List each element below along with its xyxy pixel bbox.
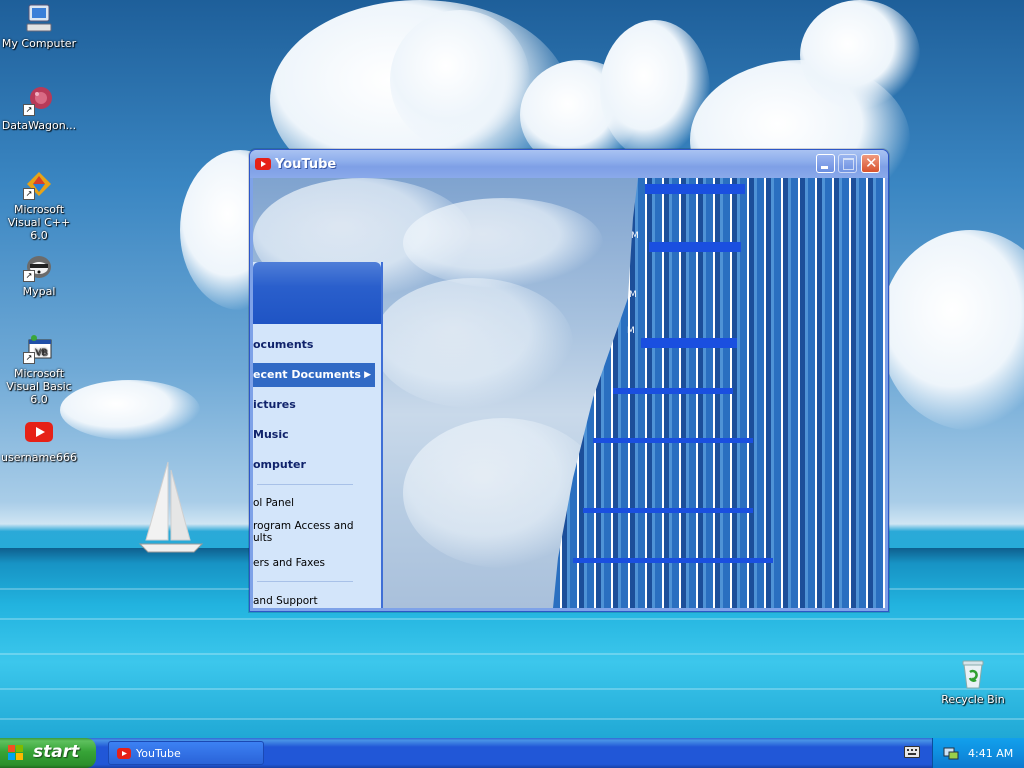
close-button[interactable]: ✕ [861,154,880,173]
windows-logo-icon [8,745,23,760]
cloud [880,230,1024,430]
taskbar: start YouTube 4:41 AM [0,738,1024,768]
menu-item-printers-faxes[interactable]: ers and Faxes [253,551,375,575]
start-menu-header [253,262,381,324]
system-tray: 4:41 AM [932,738,1024,768]
start-label: start [33,742,80,762]
datawagon-icon: ↗ [23,84,55,116]
clock[interactable]: 4:41 AM [968,747,1013,760]
my-computer-icon [23,2,55,34]
desktop-icon-mypal[interactable]: ↗ Mypal [0,250,78,298]
desktop-icon-label: My Computer [1,37,77,50]
start-button[interactable]: start [0,738,96,768]
glitch-letter: M [631,231,639,241]
cloud [373,278,573,408]
start-menu-fragment: ocuments ecent Documents ▶ ictures Music… [253,262,383,608]
window-title: YouTube [275,157,337,172]
visual-cpp-icon: ↗ [23,168,55,200]
youtube-icon [255,158,271,170]
network-icon[interactable] [943,745,959,761]
menu-item-computer[interactable]: omputer [253,453,375,477]
taskbar-item-label: YouTube [136,747,181,760]
desktop-icon-my-computer[interactable]: My Computer [0,2,78,50]
desktop-icon-label: Mypal [22,285,56,298]
chevron-right-icon: ▶ [364,370,371,380]
glitch-letter: M [629,290,637,300]
sailboat [138,461,204,553]
keyboard-icon[interactable] [904,746,920,758]
mypal-icon: ↗ [23,250,55,282]
glitch-letter: M [607,320,615,330]
cloud [800,0,920,110]
menu-item-help-support[interactable]: and Support [253,589,375,608]
menu-item-control-panel[interactable]: ol Panel [253,491,375,515]
maximize-button[interactable] [838,154,857,173]
desktop-icon-username666[interactable]: username666 [0,416,78,464]
youtube-icon [117,748,131,759]
desktop-icon-recycle-bin[interactable]: Recycle Bin [934,658,1012,706]
desktop-icon-label: Recycle Bin [941,693,1005,706]
menu-separator [257,484,353,485]
desktop-icon-label: username666 [1,451,77,464]
menu-separator [257,581,353,582]
close-icon: ✕ [865,154,878,172]
svg-text:VB: VB [35,348,47,358]
menu-item-music[interactable]: Music [253,423,375,447]
visual-basic-icon: VB ↗ [23,332,55,364]
recycle-bin-icon [957,658,989,690]
menu-item-program-access[interactable]: rogram Access and ults [253,520,375,546]
desktop-icon-visual-cpp[interactable]: ↗ Microsoft Visual C++ 6.0 [0,168,78,242]
youtube-icon [23,416,55,448]
desktop-icon-label: Microsoft Visual C++ 6.0 [7,203,71,242]
menu-item-pictures[interactable]: ictures [253,393,375,417]
menu-item-recent-documents[interactable]: ecent Documents ▶ [253,363,375,387]
taskbar-item-youtube[interactable]: YouTube [108,741,264,765]
window-titlebar[interactable]: YouTube ✕ [250,150,888,178]
minimize-button[interactable] [816,154,835,173]
desktop-icon-datawagon[interactable]: ↗ DataWagon... [0,84,78,132]
desktop-icon-label: DataWagon... [1,119,77,132]
glitch-letter: M [611,224,619,234]
youtube-window[interactable]: YouTube ✕ M M M M M M ocuments ecent Doc… [249,149,889,612]
glitch-letter: M [609,284,617,294]
cloud [403,198,603,288]
desktop-icon-label: Microsoft Visual Basic 6.0 [6,367,72,406]
cloud [390,10,530,150]
cloud [60,380,200,440]
menu-item-documents[interactable]: ocuments [253,333,375,357]
desktop-icon-visual-basic[interactable]: VB ↗ Microsoft Visual Basic 6.0 [0,332,78,406]
glitch-letter: M [627,326,635,336]
window-content: M M M M M M ocuments ecent Documents ▶ i… [253,178,885,608]
